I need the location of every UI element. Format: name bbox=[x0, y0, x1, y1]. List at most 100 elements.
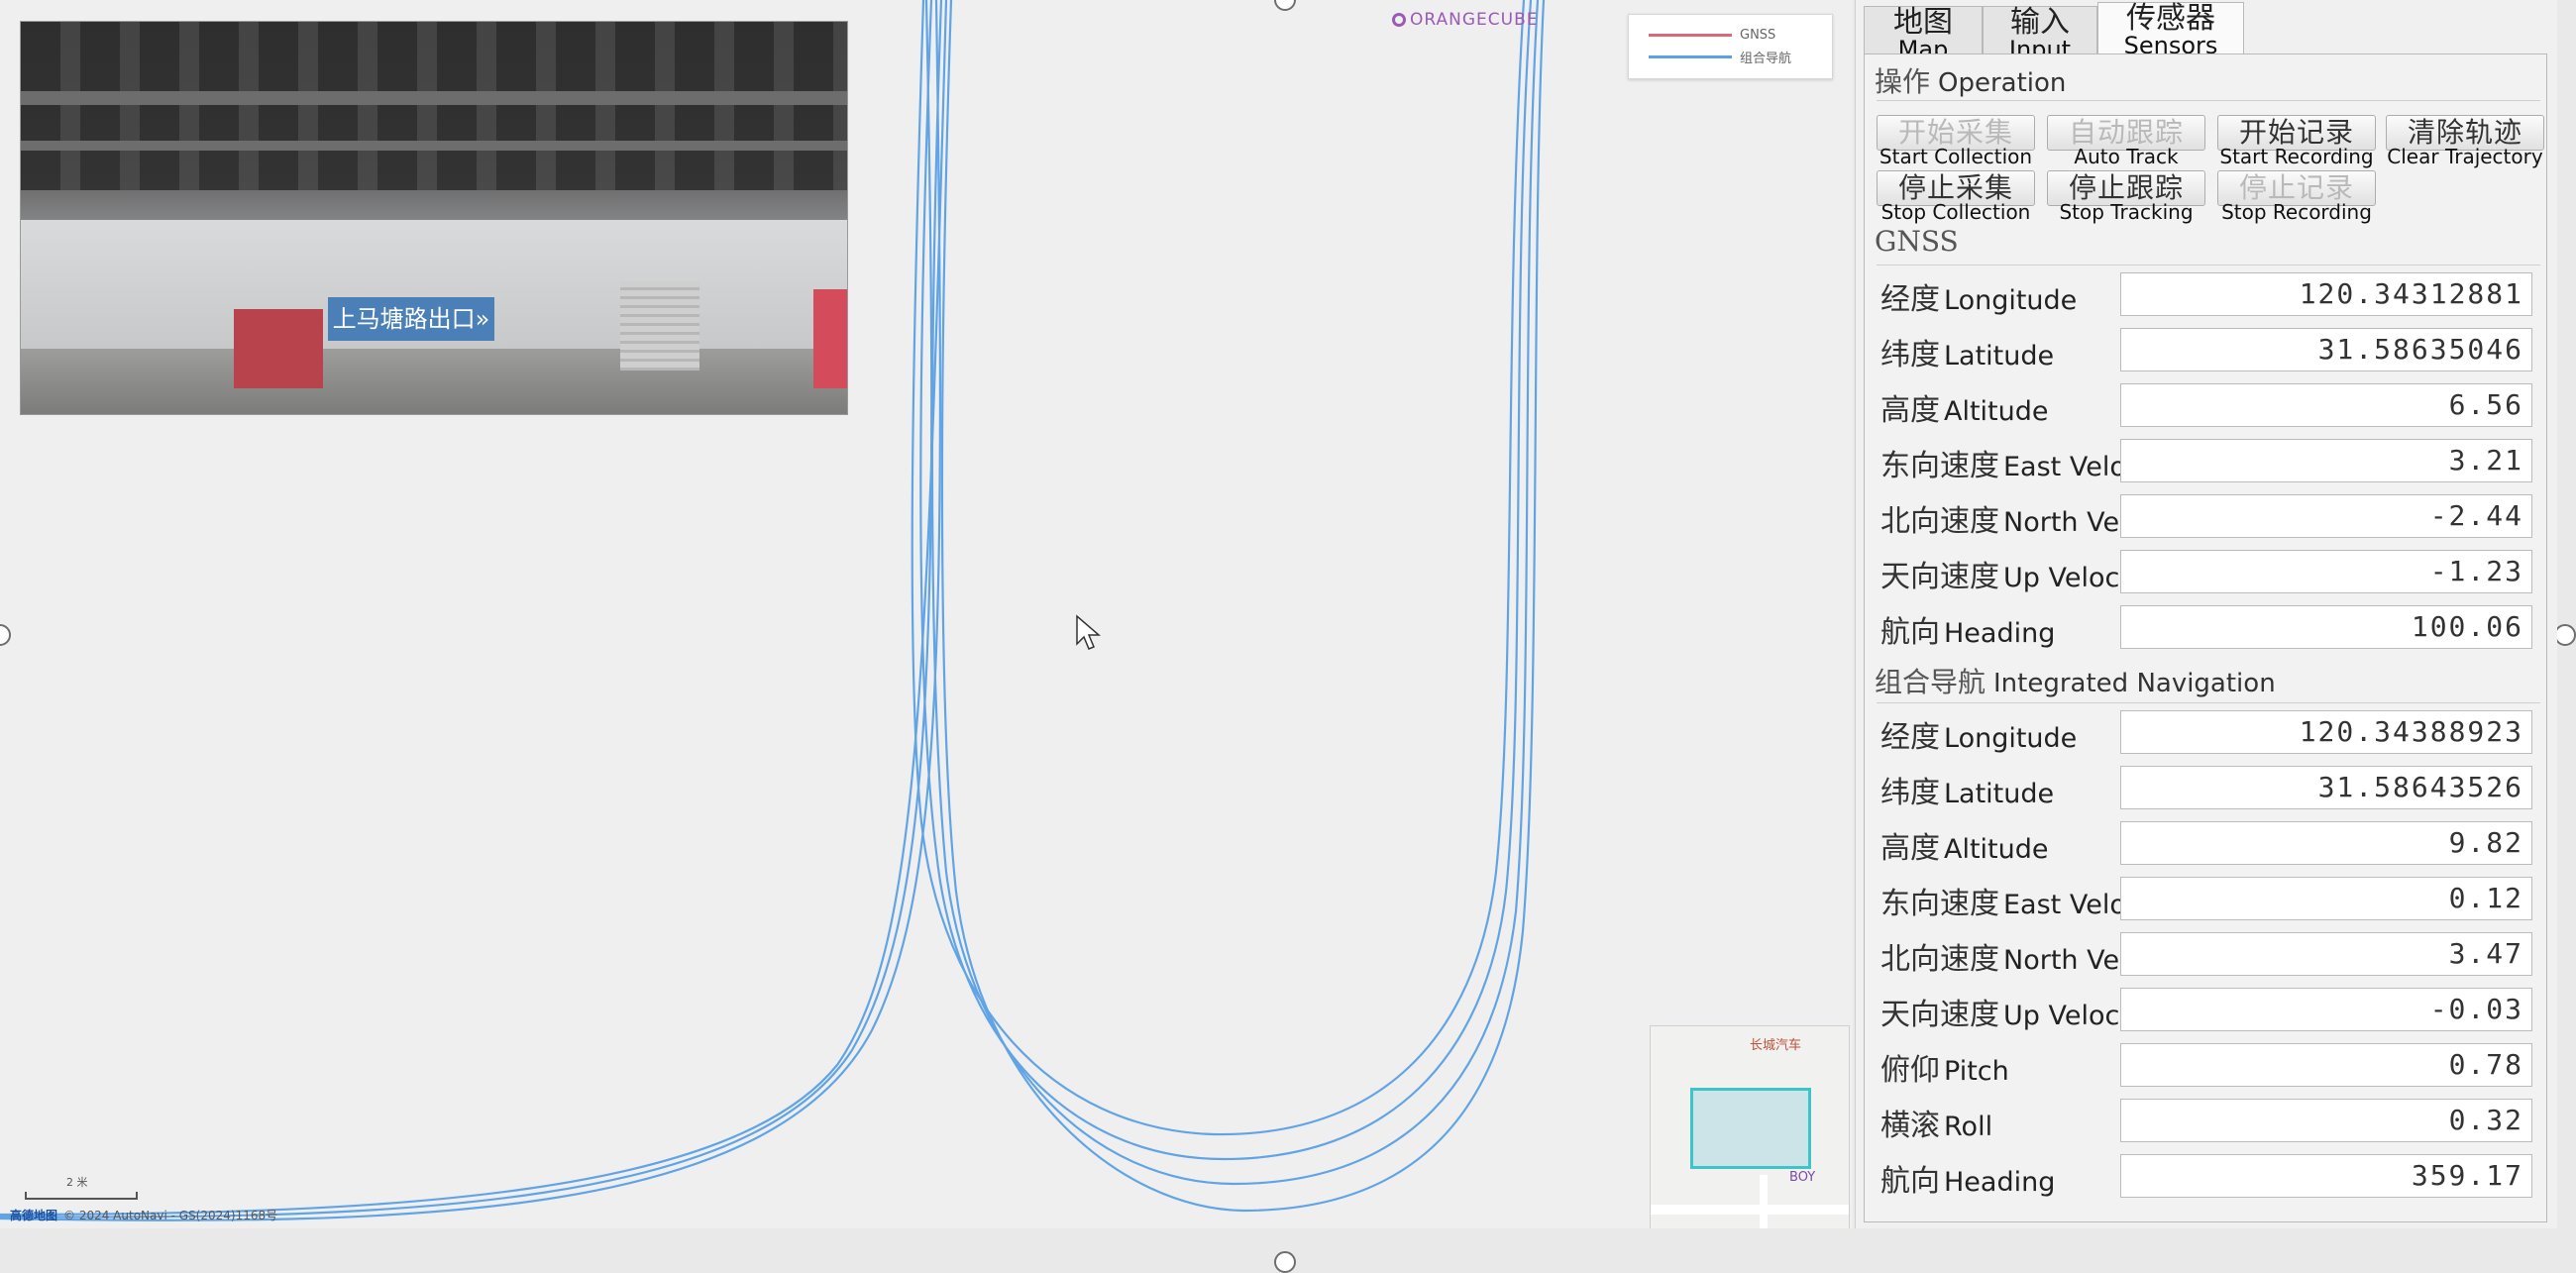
camera-feed: 上马塘路出口» bbox=[20, 21, 848, 415]
stop-collection-label: Stop Collection bbox=[1880, 200, 2031, 224]
group-title-en: Integrated Navigation bbox=[1993, 669, 2276, 698]
gnss-heading-field[interactable]: 100.06 bbox=[2120, 605, 2532, 649]
operation-group-title: 操作 Operation bbox=[1875, 60, 2066, 100]
field-label-cn: 天向速度 bbox=[1880, 998, 1999, 1032]
tab-label-cn: 地图 bbox=[1893, 5, 1953, 40]
field-label-cn: 东向速度 bbox=[1880, 887, 1999, 921]
gnss-altitude-field[interactable]: 6.56 bbox=[2120, 383, 2532, 427]
ins-latitude-label: 纬度 Latitude bbox=[1880, 768, 2054, 811]
field-label-cn: 航向 bbox=[1880, 615, 1940, 650]
field-label-en: Latitude bbox=[1944, 341, 2055, 371]
ins-up-velocity-field[interactable]: -0.03 bbox=[2120, 988, 2532, 1031]
group-title-cn: 组合导航 bbox=[1875, 666, 1986, 698]
field-label-en: Longitude bbox=[1944, 285, 2078, 316]
poi-label: ORANGECUBE bbox=[1410, 10, 1539, 30]
gnss-latitude-label: 纬度 Latitude bbox=[1880, 330, 2054, 373]
start-collection-label: Start Collection bbox=[1878, 145, 2033, 168]
tab-map[interactable]: 地图 Map bbox=[1864, 5, 1983, 61]
gnss-north-velocity-field[interactable]: -2.44 bbox=[2120, 494, 2532, 538]
legend-swatch bbox=[1649, 54, 1732, 58]
map-logo: 高德地图 bbox=[10, 1209, 58, 1222]
ins-roll-field[interactable]: 0.32 bbox=[2120, 1099, 2532, 1142]
camera-floor bbox=[21, 349, 847, 414]
gnss-latitude-field[interactable]: 31.58635046 bbox=[2120, 328, 2532, 371]
tab-input[interactable]: 输入 Input bbox=[1983, 6, 2097, 61]
gnss-up-velocity-label: 天向速度 Up Velocity bbox=[1880, 552, 2153, 595]
ins-north-velocity-field[interactable]: 3.47 bbox=[2120, 932, 2532, 976]
map-view[interactable]: 上马塘路出口» ORANGECUBE GNSS 组合导航 2 米 高德地图 © 2… bbox=[0, 0, 1853, 1228]
ins-pitch-label: 俯仰 Pitch bbox=[1880, 1045, 2009, 1089]
field-label-en: Latitude bbox=[1944, 779, 2055, 809]
minimap-viewport[interactable] bbox=[1690, 1088, 1811, 1169]
field-label-cn: 航向 bbox=[1880, 1164, 1940, 1199]
ins-heading-label: 航向 Heading bbox=[1880, 1156, 2055, 1200]
minimap-road bbox=[1760, 1175, 1768, 1228]
stop-tracking-label: Stop Tracking bbox=[2059, 200, 2194, 224]
resize-handle-right[interactable] bbox=[2554, 624, 2576, 646]
auto-track-label: Auto Track bbox=[2074, 145, 2179, 168]
field-label-cn: 东向速度 bbox=[1880, 449, 1999, 483]
minimap-road bbox=[1651, 1205, 1849, 1215]
group-title-en: Operation bbox=[1938, 68, 2067, 98]
legend-item-gnss: GNSS bbox=[1649, 25, 1775, 45]
poi-marker[interactable]: ORANGECUBE bbox=[1392, 10, 1538, 30]
legend-item-integrated: 组合导航 bbox=[1649, 47, 1791, 66]
field-label-cn: 经度 bbox=[1880, 282, 1940, 317]
minimap-poi: BOY bbox=[1789, 1170, 1816, 1185]
camera-pipe bbox=[21, 91, 847, 105]
trajectory-line bbox=[940, 0, 1546, 1213]
camera-door bbox=[620, 281, 699, 371]
resize-handle-bottom[interactable] bbox=[1274, 1251, 1296, 1273]
ins-group-title: 组合导航 Integrated Navigation bbox=[1875, 661, 2276, 700]
operation-group: 开始采集 自动跟踪 开始记录 清除轨迹 Start Collection Aut… bbox=[1877, 100, 2544, 224]
ins-up-velocity-label: 天向速度 Up Velocity bbox=[1880, 990, 2153, 1033]
gnss-up-velocity-field[interactable]: -1.23 bbox=[2120, 550, 2532, 593]
field-label-en: Roll bbox=[1944, 1112, 1993, 1142]
overview-minimap[interactable]: 长城汽车 BOY bbox=[1650, 1025, 1850, 1228]
trajectory-line bbox=[930, 0, 1540, 1186]
ins-latitude-field[interactable]: 31.58643526 bbox=[2120, 766, 2532, 809]
ins-pitch-field[interactable]: 0.78 bbox=[2120, 1043, 2532, 1087]
ins-longitude-field[interactable]: 120.34388923 bbox=[2120, 710, 2532, 754]
field-label-en: Altitude bbox=[1944, 396, 2049, 427]
field-label-en: Heading bbox=[1944, 1167, 2056, 1198]
map-legend: GNSS 组合导航 bbox=[1628, 14, 1833, 79]
field-label-cn: 纬度 bbox=[1880, 338, 1940, 372]
camera-vehicle bbox=[234, 309, 323, 388]
gnss-east-velocity-field[interactable]: 3.21 bbox=[2120, 439, 2532, 482]
field-label-en: Heading bbox=[1944, 618, 2056, 649]
legend-label: 组合导航 bbox=[1740, 51, 1792, 66]
legend-label: GNSS bbox=[1740, 27, 1776, 43]
scale-bar bbox=[25, 1192, 138, 1200]
ins-roll-label: 横滚 Roll bbox=[1880, 1101, 1992, 1144]
ins-altitude-field[interactable]: 9.82 bbox=[2120, 821, 2532, 865]
ins-heading-field[interactable]: 359.17 bbox=[2120, 1154, 2532, 1198]
scale-label: 2 米 bbox=[66, 1176, 88, 1189]
map-scale: 2 米 bbox=[25, 1174, 138, 1200]
ins-longitude-label: 经度 Longitude bbox=[1880, 712, 2077, 756]
gnss-altitude-label: 高度 Altitude bbox=[1880, 385, 2049, 429]
camera-ceiling bbox=[21, 22, 847, 190]
group-divider bbox=[1877, 702, 2540, 703]
camera-exit-sign: 上马塘路出口» bbox=[328, 297, 494, 341]
trajectory-line bbox=[919, 0, 1533, 1161]
ins-east-velocity-field[interactable]: 0.12 bbox=[2120, 877, 2532, 920]
gnss-longitude-label: 经度 Longitude bbox=[1880, 274, 2077, 318]
stop-recording-label: Stop Recording bbox=[2221, 200, 2372, 224]
field-label-en: Longitude bbox=[1944, 723, 2078, 754]
field-label-cn: 天向速度 bbox=[1880, 560, 1999, 594]
clear-trajectory-label: Clear Trajectory bbox=[2387, 145, 2543, 168]
legend-swatch bbox=[1649, 33, 1732, 37]
gnss-longitude-field[interactable]: 120.34312881 bbox=[2120, 272, 2532, 316]
gnss-group-title: GNSS bbox=[1875, 225, 1967, 258]
trajectory-line bbox=[911, 0, 1526, 1136]
tab-label-cn: 传感器 bbox=[2126, 1, 2215, 36]
field-label-cn: 纬度 bbox=[1880, 776, 1940, 810]
field-label-cn: 经度 bbox=[1880, 720, 1940, 755]
mouse-cursor-icon bbox=[1076, 614, 1102, 650]
tab-sensors[interactable]: 传感器 Sensors bbox=[2097, 1, 2244, 57]
field-label-cn: 俯仰 bbox=[1880, 1053, 1940, 1088]
field-label-cn: 高度 bbox=[1880, 393, 1940, 428]
group-title-text: GNSS bbox=[1875, 225, 1959, 258]
poi-pin-icon bbox=[1392, 13, 1406, 27]
